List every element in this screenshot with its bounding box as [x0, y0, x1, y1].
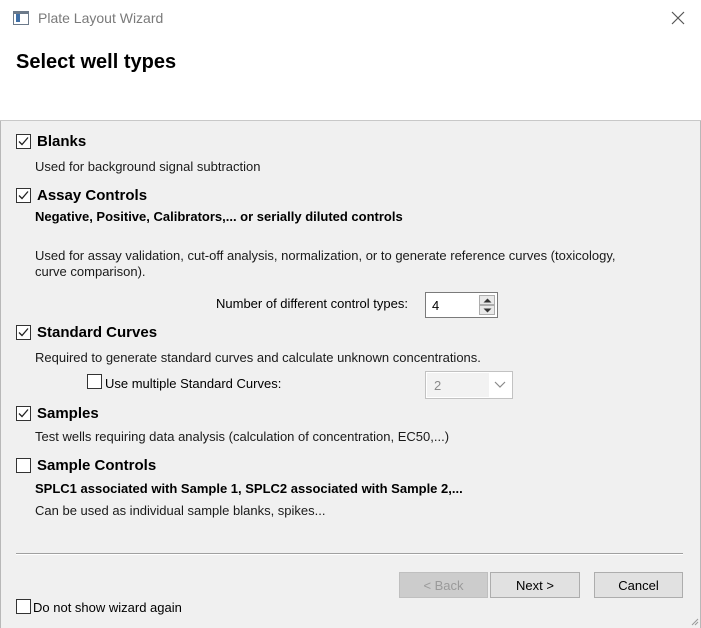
close-icon: [671, 11, 685, 25]
blanks-checkbox[interactable]: [16, 134, 31, 149]
samples-description: Test wells requiring data analysis (calc…: [35, 429, 450, 444]
checkmark-icon: [18, 191, 29, 200]
combo-field: 2: [427, 373, 489, 397]
dont-show-again-checkbox[interactable]: [16, 599, 31, 614]
assay-controls-description-line2: curve comparison).: [35, 264, 146, 279]
back-button[interactable]: < Back: [399, 572, 488, 598]
blanks-label[interactable]: Blanks: [37, 133, 86, 150]
close-button[interactable]: [664, 5, 692, 31]
standard-curves-count-select[interactable]: 2: [425, 371, 513, 399]
control-types-value[interactable]: 4: [432, 298, 439, 313]
cancel-button[interactable]: Cancel: [594, 572, 683, 598]
assay-controls-subtitle: Negative, Positive, Calibrators,... or s…: [35, 209, 403, 224]
dont-show-again-label[interactable]: Do not show wizard again: [33, 600, 182, 615]
control-types-spinbox[interactable]: 4: [425, 292, 498, 318]
sample-controls-description: Can be used as individual sample blanks,…: [35, 503, 326, 518]
spin-down-button[interactable]: [479, 305, 495, 315]
standard-curves-checkbox[interactable]: [16, 325, 31, 340]
spin-up-button[interactable]: [479, 295, 495, 305]
page-title: Select well types: [16, 51, 177, 73]
checkmark-icon: [18, 409, 29, 418]
arrow-up-icon: [483, 298, 492, 303]
checkmark-icon: [18, 137, 29, 146]
multiple-standard-curves-checkbox[interactable]: [87, 374, 102, 389]
resize-grip-icon[interactable]: [689, 616, 699, 626]
samples-label[interactable]: Samples: [37, 405, 99, 422]
sample-controls-label[interactable]: Sample Controls: [37, 457, 156, 474]
multiple-standard-curves-label[interactable]: Use multiple Standard Curves:: [105, 376, 281, 391]
chevron-down-icon: [494, 381, 506, 388]
blanks-description: Used for background signal subtraction: [35, 159, 261, 174]
standard-curves-count-value: 2: [434, 378, 442, 393]
sample-controls-subtitle: SPLC1 associated with Sample 1, SPLC2 as…: [35, 481, 463, 496]
assay-controls-label[interactable]: Assay Controls: [37, 187, 147, 204]
arrow-down-icon: [483, 308, 492, 313]
footer-separator: [16, 553, 683, 555]
sample-controls-checkbox[interactable]: [16, 458, 31, 473]
window-title: Plate Layout Wizard: [38, 10, 164, 26]
app-window-icon: [13, 11, 29, 25]
checkmark-icon: [18, 328, 29, 337]
next-button[interactable]: Next >: [490, 572, 580, 598]
title-bar: Plate Layout Wizard: [0, 0, 701, 37]
standard-curves-description: Required to generate standard curves and…: [35, 350, 481, 365]
header-panel: Select well types: [0, 37, 701, 121]
assay-controls-description-line1: Used for assay validation, cut-off analy…: [35, 248, 616, 263]
control-types-label: Number of different control types:: [216, 296, 408, 311]
standard-curves-label[interactable]: Standard Curves: [37, 324, 157, 341]
assay-controls-checkbox[interactable]: [16, 188, 31, 203]
samples-checkbox[interactable]: [16, 406, 31, 421]
